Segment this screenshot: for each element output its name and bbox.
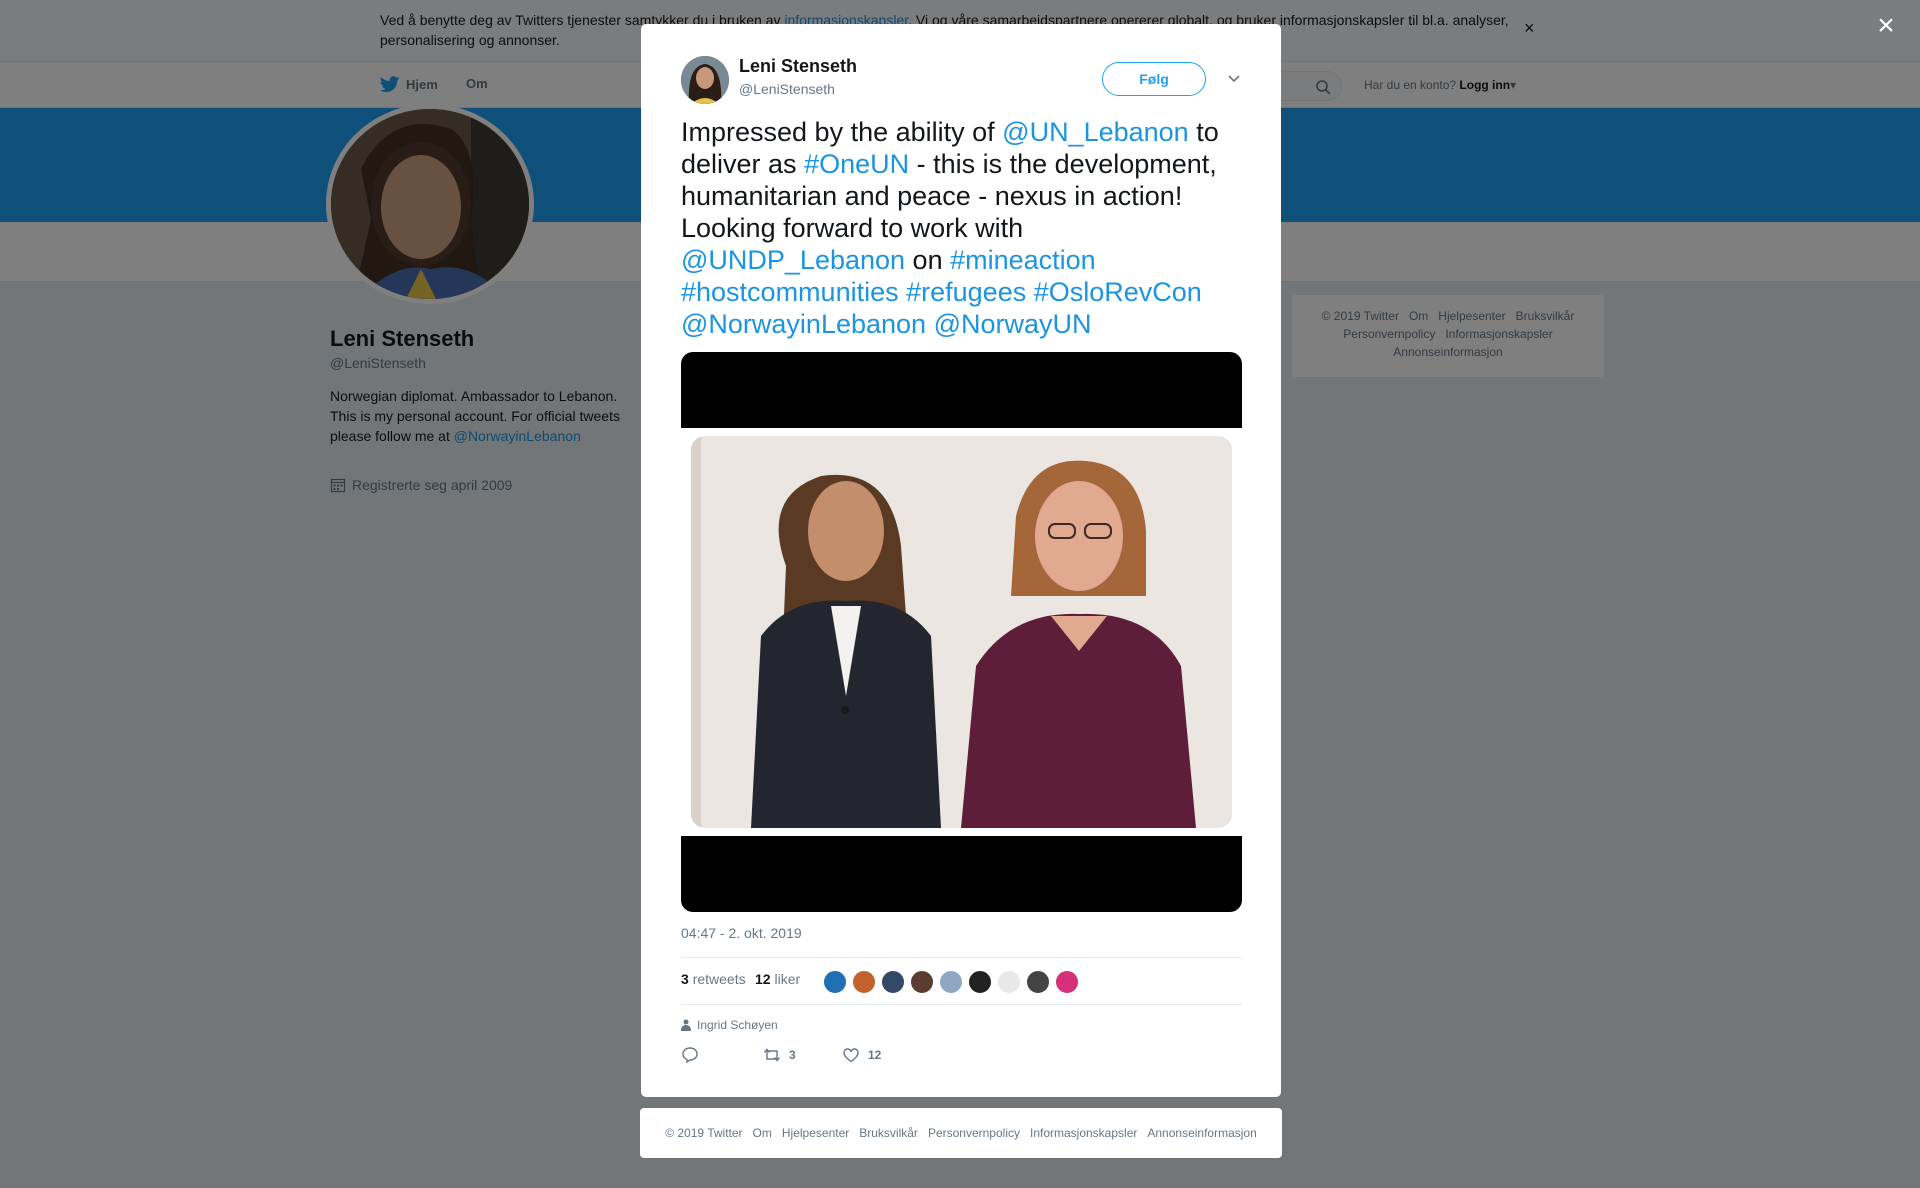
footer-terms-link[interactable]: Bruksvilkår <box>859 1126 918 1140</box>
tweet-text-segment <box>1026 277 1034 307</box>
follow-button[interactable]: Følg <box>1102 62 1206 96</box>
tweet-entity-link[interactable]: @UN_Lebanon <box>1002 117 1189 147</box>
author-name[interactable]: Leni Stenseth <box>739 56 857 77</box>
like-button[interactable]: 12 <box>842 1046 881 1064</box>
reply-icon <box>682 1047 698 1064</box>
liker-avatars <box>823 970 1084 994</box>
close-icon[interactable]: × <box>1872 11 1900 41</box>
liker-avatar[interactable] <box>910 970 934 994</box>
tweet-timestamp[interactable]: 04:47 - 2. okt. 2019 <box>681 925 802 941</box>
footer-cookies-link[interactable]: Informasjonskapsler <box>1030 1126 1137 1140</box>
tweet-media[interactable] <box>681 352 1242 912</box>
liker-avatar[interactable] <box>1055 970 1079 994</box>
more-menu-button[interactable] <box>1224 68 1244 88</box>
tweet-entity-link[interactable]: #hostcommunities <box>681 277 899 307</box>
liker-avatar[interactable] <box>852 970 876 994</box>
like-count: 12 <box>868 1048 882 1062</box>
footer-about-link[interactable]: Om <box>753 1126 772 1140</box>
retweets-stat[interactable]: 3 retweets <box>681 971 746 987</box>
tweet-context: Ingrid Schøyen <box>681 1018 778 1032</box>
liker-avatar[interactable] <box>939 970 963 994</box>
heart-icon <box>843 1048 859 1063</box>
tweet-entity-link[interactable]: #refugees <box>906 277 1026 307</box>
tweet-text-segment <box>926 309 934 339</box>
tweet-entity-link[interactable]: #OsloRevCon <box>1034 277 1202 307</box>
footer-privacy-link[interactable]: Personvernpolicy <box>928 1126 1020 1140</box>
tweet-entity-link[interactable]: #OneUN <box>804 149 909 179</box>
chevron-down-icon <box>1228 75 1240 83</box>
liker-avatar[interactable] <box>881 970 905 994</box>
retweet-icon <box>763 1048 781 1062</box>
tweet-entity-link[interactable]: #mineaction <box>950 245 1096 275</box>
tweet-modal: Leni Stenseth @LeniStenseth Følg Impress… <box>641 24 1281 1097</box>
reply-button[interactable] <box>681 1046 707 1064</box>
tweet-entity-link[interactable]: @UNDP_Lebanon <box>681 245 905 275</box>
author-avatar[interactable] <box>681 56 729 104</box>
retweet-button[interactable]: 3 <box>763 1046 796 1064</box>
tweet-entity-link[interactable]: @NorwayinLebanon <box>681 309 926 339</box>
liker-avatar[interactable] <box>997 970 1021 994</box>
footer-copyright: © 2019 Twitter <box>665 1126 743 1140</box>
tweet-text: Impressed by the ability of @UN_Lebanon … <box>681 116 1251 340</box>
likes-stat[interactable]: 12 liker <box>755 971 800 987</box>
liker-avatar[interactable] <box>968 970 992 994</box>
person-icon <box>681 1019 691 1031</box>
tweet-actions: 3 12 <box>681 1046 981 1070</box>
author-handle[interactable]: @LeniStenseth <box>739 81 835 97</box>
tweet-text-segment: Impressed by the ability of <box>681 117 1003 147</box>
footer-help-link[interactable]: Hjelpesenter <box>782 1126 849 1140</box>
tweet-text-segment <box>899 277 907 307</box>
footer-ads-info-link[interactable]: Annonseinformasjon <box>1147 1126 1256 1140</box>
modal-footer: © 2019 Twitter Om Hjelpesenter Bruksvilk… <box>640 1108 1282 1158</box>
liker-avatar[interactable] <box>823 970 847 994</box>
context-user[interactable]: Ingrid Schøyen <box>697 1018 778 1032</box>
retweet-count: 3 <box>789 1048 796 1062</box>
tweet-stats: 3 retweets 12 liker <box>681 957 1242 1005</box>
tweet-photo[interactable] <box>681 428 1242 836</box>
tweet-text-segment: on <box>905 245 951 275</box>
tweet-entity-link[interactable]: @NorwayUN <box>934 309 1092 339</box>
liker-avatar[interactable] <box>1026 970 1050 994</box>
